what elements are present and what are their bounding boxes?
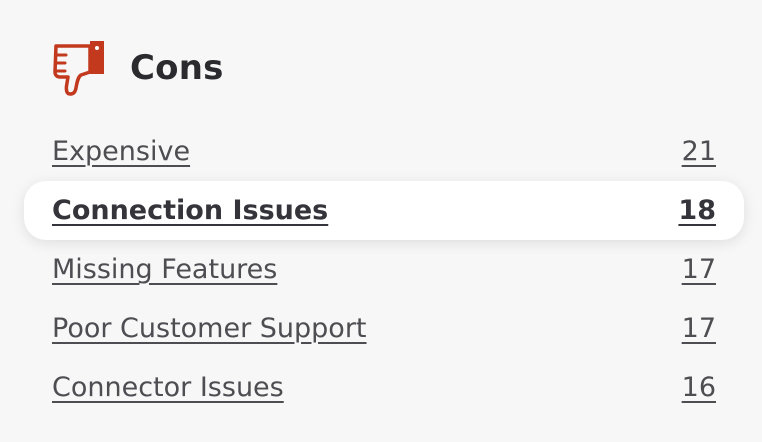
con-item-count[interactable]: 17 xyxy=(682,313,716,344)
con-item-label[interactable]: Expensive xyxy=(52,136,190,167)
con-item-connection-issues[interactable]: Connection Issues 18 xyxy=(24,181,744,240)
con-item-count[interactable]: 18 xyxy=(678,195,716,226)
cons-list: Expensive 21 Connection Issues 18 Missin… xyxy=(24,122,744,417)
con-item-label[interactable]: Connector Issues xyxy=(52,372,284,403)
con-item-label[interactable]: Missing Features xyxy=(52,254,277,285)
con-item-count[interactable]: 21 xyxy=(682,136,716,167)
cons-header: Cons xyxy=(52,38,224,98)
con-item-missing-features[interactable]: Missing Features 17 xyxy=(24,240,744,299)
cons-panel: Cons Expensive 21 Connection Issues 18 M… xyxy=(0,0,762,442)
con-item-label[interactable]: Connection Issues xyxy=(52,195,328,226)
con-item-poor-customer-support[interactable]: Poor Customer Support 17 xyxy=(24,299,744,358)
con-item-count[interactable]: 16 xyxy=(682,372,716,403)
con-item-connector-issues[interactable]: Connector Issues 16 xyxy=(24,358,744,417)
con-item-count[interactable]: 17 xyxy=(682,254,716,285)
con-item-expensive[interactable]: Expensive 21 xyxy=(24,122,744,181)
section-title: Cons xyxy=(130,48,224,88)
con-item-label[interactable]: Poor Customer Support xyxy=(52,313,367,344)
thumbs-down-icon xyxy=(53,41,104,96)
